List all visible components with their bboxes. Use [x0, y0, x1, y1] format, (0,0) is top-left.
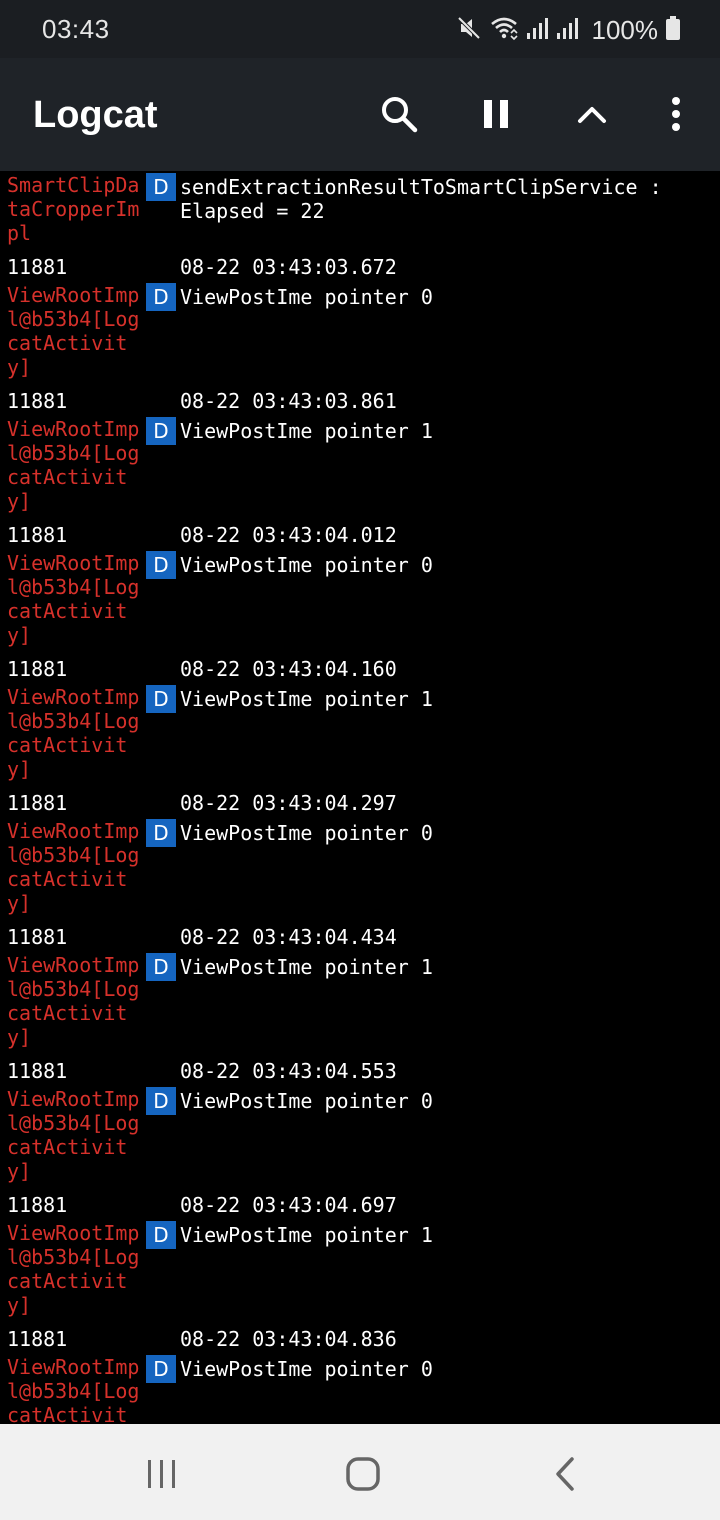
log-message: ViewPostIme pointer 0: [180, 1357, 433, 1381]
log-tag: ViewRootImpl@b53b4[LogcatActivity]: [7, 417, 140, 513]
wifi-icon: [490, 15, 518, 45]
recents-button[interactable]: [132, 1444, 192, 1504]
search-icon: [382, 97, 418, 133]
log-timestamp: 08-22 03:43:03.672: [180, 255, 397, 279]
log-message: ViewPostIme pointer 0: [180, 553, 433, 577]
log-pid: 11881: [7, 925, 68, 949]
log-tag: ViewRootImpl@b53b4[LogcatActivity]: [7, 685, 140, 781]
battery-icon: [666, 16, 680, 44]
pause-button[interactable]: [468, 86, 524, 142]
app-bar: Logcat: [0, 58, 720, 171]
log-level-badge: D: [146, 551, 176, 579]
pause-icon: [484, 100, 508, 128]
log-tag: ViewRootImpl@b53b4[LogcatActivity]: [7, 1087, 140, 1183]
mute-icon: [456, 15, 482, 45]
log-level-badge: D: [146, 685, 176, 713]
log-tag: SmartClipDataCropperImpl: [7, 173, 140, 245]
screen: 03:43 100% Logcat SmartClipDataCropperIm…: [0, 0, 720, 1520]
log-tag: ViewRootImpl@b53b4[LogcatActivity]: [7, 551, 140, 647]
log-timestamp: 08-22 03:43:03.861: [180, 389, 397, 413]
log-pid: 11881: [7, 1059, 68, 1083]
log-level-badge: D: [146, 1355, 176, 1383]
log-timestamp: 08-22 03:43:04.160: [180, 657, 397, 681]
log-timestamp: 08-22 03:43:04.297: [180, 791, 397, 815]
log-pid: 11881: [7, 791, 68, 815]
log-message: ViewPostIme pointer 0: [180, 285, 433, 309]
back-button[interactable]: [535, 1444, 595, 1504]
log-timestamp: 08-22 03:43:04.697: [180, 1193, 397, 1217]
log-message: ViewPostIme pointer 1: [180, 955, 433, 979]
log-level-badge: D: [146, 1221, 176, 1249]
log-level-badge: D: [146, 819, 176, 847]
recents-icon: [148, 1460, 175, 1488]
log-timestamp: 08-22 03:43:04.434: [180, 925, 397, 949]
back-icon: [556, 1457, 574, 1491]
status-time: 03:43: [42, 14, 110, 44]
log-tag: ViewRootImpl@b53b4[LogcatActivity]: [7, 1221, 140, 1317]
log-tag: ViewRootImpl@b53b4[LogcatActivity]: [7, 1355, 140, 1424]
log-message: ViewPostIme pointer 1: [180, 1223, 433, 1247]
log-level-badge: D: [146, 1087, 176, 1115]
search-button[interactable]: [371, 86, 427, 142]
log-tag: ViewRootImpl@b53b4[LogcatActivity]: [7, 819, 140, 915]
log-level-badge: D: [146, 953, 176, 981]
more-vert-icon: [672, 97, 680, 131]
log-timestamp: 08-22 03:43:04.553: [180, 1059, 397, 1083]
log-tag: ViewRootImpl@b53b4[LogcatActivity]: [7, 953, 140, 1049]
page-title: Logcat: [33, 94, 158, 136]
status-icons: 100%: [456, 14, 680, 46]
log-pid: 11881: [7, 1327, 68, 1351]
log-level-badge: D: [146, 283, 176, 311]
signal-icon: [556, 16, 578, 44]
scroll-top-button[interactable]: [564, 86, 620, 142]
chevron-up-icon: [578, 107, 606, 123]
signal-icon: [526, 16, 548, 44]
log-level-badge: D: [146, 173, 176, 201]
log-message: ViewPostIme pointer 0: [180, 1089, 433, 1113]
log-pid: 11881: [7, 389, 68, 413]
log-message: sendExtractionResultToSmartClipService :…: [180, 175, 674, 223]
battery-percent: 100%: [591, 14, 659, 45]
nav-bar: [0, 1424, 720, 1520]
log-list[interactable]: SmartClipDataCropperImpl D sendExtractio…: [0, 171, 720, 1424]
home-button[interactable]: [333, 1444, 393, 1504]
log-message: ViewPostIme pointer 1: [180, 419, 433, 443]
log-tag: ViewRootImpl@b53b4[LogcatActivity]: [7, 283, 140, 379]
log-timestamp: 08-22 03:43:04.836: [180, 1327, 397, 1351]
log-message: ViewPostIme pointer 1: [180, 687, 433, 711]
log-timestamp: 08-22 03:43:04.012: [180, 523, 397, 547]
log-pid: 11881: [7, 1193, 68, 1217]
more-options-button[interactable]: [648, 86, 704, 142]
status-bar: 03:43 100%: [0, 0, 720, 58]
log-pid: 11881: [7, 523, 68, 547]
log-message: ViewPostIme pointer 0: [180, 821, 433, 845]
home-icon: [346, 1457, 380, 1491]
log-level-badge: D: [146, 417, 176, 445]
log-pid: 11881: [7, 657, 68, 681]
log-pid: 11881: [7, 255, 68, 279]
